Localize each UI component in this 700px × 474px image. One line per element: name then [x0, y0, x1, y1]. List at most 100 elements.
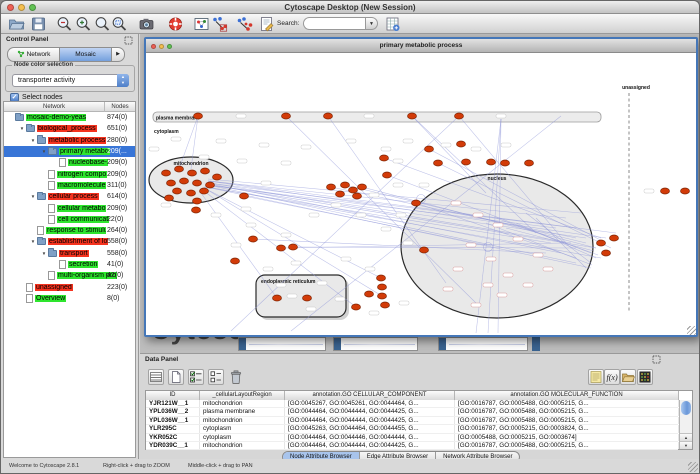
network-node[interactable] [462, 159, 471, 165]
tab-overflow-arrow-icon[interactable]: ▶ [111, 47, 125, 62]
table-column-header[interactable]: ID [146, 391, 200, 400]
network-node[interactable] [175, 166, 184, 172]
tree-row[interactable]: ▼primary metabo209(... [4, 146, 135, 157]
network-node[interactable] [200, 188, 209, 194]
tree-row[interactable]: cell communicat22(0) [4, 214, 135, 225]
frame-close-button[interactable] [151, 44, 156, 49]
network-node[interactable] [193, 198, 202, 204]
disclosure-arrow-icon[interactable]: ▼ [29, 194, 37, 199]
attribute-list-icon[interactable] [588, 369, 604, 385]
tree-col-network[interactable]: Network [4, 102, 104, 112]
network-node[interactable] [487, 159, 496, 165]
network-node[interactable] [162, 170, 171, 176]
disclosure-arrow-icon[interactable]: ▼ [29, 239, 37, 244]
tab-mosaic[interactable]: Mosaic [59, 47, 111, 62]
network-node[interactable] [165, 195, 174, 201]
import-attributes-icon[interactable] [384, 16, 401, 32]
background-window-strip[interactable] [238, 337, 326, 351]
tree-row-label[interactable]: nitrogen compo [57, 171, 107, 178]
table-vertical-scrollbar[interactable]: ▲ ▼ [679, 400, 692, 449]
network-node[interactable] [193, 180, 202, 186]
tree-row-label[interactable]: secretion [68, 261, 98, 268]
network-node[interactable] [277, 245, 286, 251]
disclosure-arrow-icon[interactable]: ▼ [40, 149, 48, 154]
annotation-editor-icon[interactable] [258, 16, 275, 32]
tree-row-label[interactable]: mosaic-demo-yeast [26, 114, 86, 121]
network-node[interactable] [610, 235, 619, 241]
tree-row[interactable]: macromolecule311(0) [4, 180, 135, 191]
table-row[interactable]: YKR052Ccytoplasm[GO:0044464, GO:0044446,… [146, 434, 678, 442]
network-node[interactable] [420, 247, 429, 253]
network-node[interactable] [378, 284, 387, 290]
snapshot-camera-icon[interactable] [138, 16, 155, 32]
tree-row[interactable]: ▼establishment of lo558(0) [4, 236, 135, 247]
network-canvas[interactable]: plasma membrane cytoplasm mitochondrion … [146, 53, 696, 335]
create-attribute-icon[interactable] [168, 369, 184, 385]
zoom-selected-icon[interactable] [111, 16, 128, 32]
network-node[interactable] [289, 244, 298, 250]
table-column-header[interactable]: _cellularLayoutRegion [200, 391, 285, 400]
network-node[interactable] [173, 188, 182, 194]
tree-row-label[interactable]: nucleobase- [68, 159, 108, 166]
network-node[interactable] [327, 184, 336, 190]
window-resize-grip[interactable] [688, 462, 698, 472]
network-node[interactable] [501, 160, 510, 166]
tree-row[interactable]: unassigned223(0) [4, 281, 135, 292]
tree-row[interactable]: secretion41(0) [4, 259, 135, 270]
disclosure-arrow-icon[interactable]: ▼ [29, 138, 37, 143]
apply-layout-1-icon[interactable] [211, 16, 228, 32]
network-overview-icon[interactable] [193, 16, 210, 32]
float-panel-icon[interactable] [124, 36, 133, 45]
open-file-icon[interactable] [8, 16, 25, 32]
search-input[interactable] [303, 17, 365, 30]
zoom-fit-icon[interactable] [94, 16, 111, 32]
network-node[interactable] [282, 113, 291, 119]
network-node[interactable] [455, 113, 464, 119]
network-node[interactable] [249, 236, 258, 242]
tree-row-label[interactable]: Overview [35, 295, 66, 302]
network-node[interactable] [425, 146, 434, 152]
network-node[interactable] [597, 240, 606, 246]
network-node[interactable] [206, 182, 215, 188]
network-node[interactable] [381, 302, 390, 308]
background-window-strip[interactable] [438, 337, 528, 351]
network-node[interactable] [378, 293, 387, 299]
tree-row-label[interactable]: cell communicat [57, 216, 109, 223]
tree-col-nodes[interactable]: Nodes [104, 102, 135, 112]
table-row[interactable]: YPL036W__2plasma membrane[GO:0044464, GO… [146, 408, 678, 416]
scroll-up-icon[interactable]: ▲ [680, 433, 692, 441]
network-node[interactable] [336, 191, 345, 197]
network-node[interactable] [349, 187, 358, 193]
tree-row[interactable]: ▼cellular process614(0) [4, 191, 135, 202]
tree-row-label[interactable]: biological_process [37, 125, 97, 132]
network-node[interactable] [365, 291, 374, 297]
tree-row[interactable]: nucleobase-209(0) [4, 157, 135, 168]
apply-layout-2-icon[interactable] [236, 16, 253, 32]
tab-network[interactable]: Network [7, 47, 59, 62]
network-node[interactable] [167, 180, 176, 186]
search-dropdown-arrow-icon[interactable]: ▼ [365, 17, 378, 30]
disclosure-arrow-icon[interactable]: ▼ [18, 126, 26, 131]
network-node[interactable] [412, 200, 421, 206]
delete-attribute-trash-icon[interactable] [228, 369, 244, 385]
float-data-panel-icon[interactable] [652, 355, 661, 364]
tree-row-label[interactable]: cellular metabo [57, 205, 106, 212]
network-view-frame[interactable]: primary metabolic process plasma membran… [144, 37, 698, 337]
network-edge[interactable] [412, 116, 486, 193]
frame-minimize-button[interactable] [159, 44, 164, 49]
show-table-icon[interactable] [148, 369, 164, 385]
network-node[interactable] [303, 295, 312, 301]
network-node[interactable] [525, 160, 534, 166]
tree-row-label[interactable]: metabolic process [48, 137, 106, 144]
network-node[interactable] [457, 141, 466, 147]
tree-row[interactable]: response to stimulu264(0) [4, 225, 135, 236]
network-node[interactable] [240, 193, 249, 199]
zoom-in-icon[interactable] [75, 16, 92, 32]
network-node[interactable] [324, 113, 333, 119]
select-attributes-icon[interactable] [188, 369, 204, 385]
tree-row-label[interactable]: macromolecule [57, 182, 106, 189]
network-node[interactable] [187, 190, 196, 196]
tree-row-label[interactable]: primary metabo [59, 148, 110, 155]
network-node[interactable] [201, 168, 210, 174]
tree-row-label[interactable]: unassigned [35, 284, 73, 291]
